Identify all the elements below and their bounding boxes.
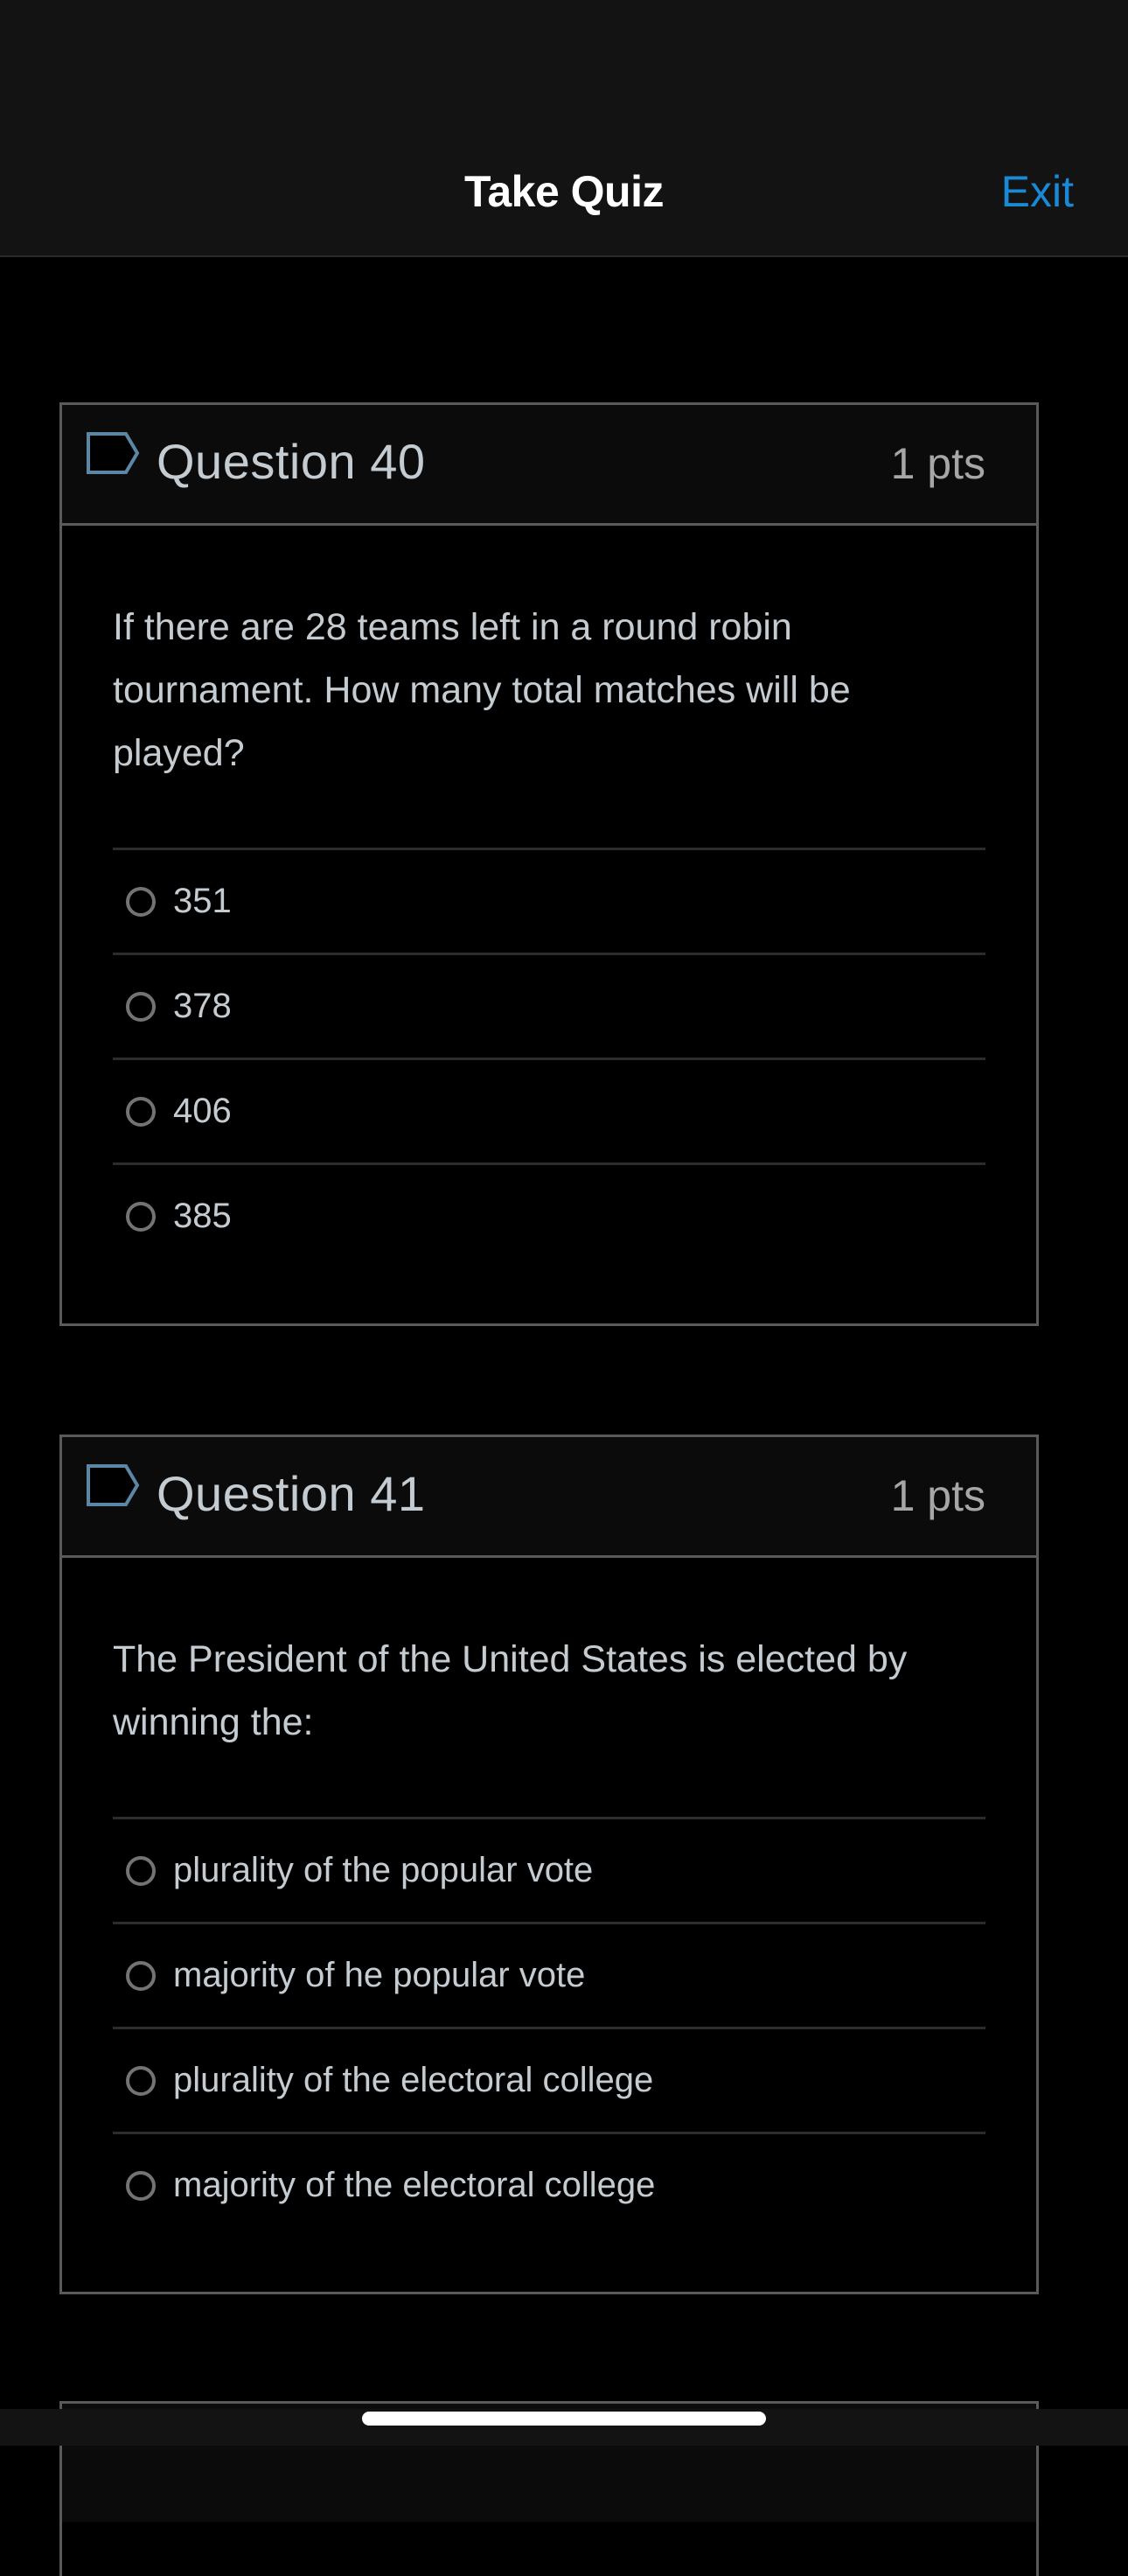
answer-option[interactable]: majority of he popular vote — [113, 1924, 985, 2029]
question-title: Question 41 — [157, 1466, 426, 1521]
question-text: The President of the United States is el… — [113, 1638, 908, 1743]
answer-label: plurality of the electoral college — [173, 2061, 654, 2099]
radio-button[interactable] — [126, 886, 156, 917]
question-header: Question 41 1 pts — [62, 1437, 1036, 1558]
question-card: Question 41 1 pts The President of the U… — [59, 1435, 1039, 2294]
answer-list: 351 378 406 385 — [113, 848, 985, 1267]
answer-label: 351 — [173, 882, 232, 920]
answer-list: plurality of the popular vote majority o… — [113, 1817, 985, 2237]
radio-button[interactable] — [126, 1960, 156, 1991]
answer-label: majority of the electoral college — [173, 2166, 656, 2204]
home-indicator-area — [0, 2409, 1128, 2446]
question-points: 1 pts — [890, 1471, 985, 1520]
navigation-bar: Take Quiz Exit — [0, 0, 1128, 257]
answer-option[interactable]: 378 — [113, 955, 985, 1060]
answer-label: majority of he popular vote — [173, 1956, 586, 1994]
page-title: Take Quiz — [464, 167, 664, 216]
question-points: 1 pts — [890, 439, 985, 488]
answer-label: plurality of the popular vote — [173, 1851, 594, 1889]
exit-button[interactable]: Exit — [1001, 166, 1074, 217]
question-header: Question 40 1 pts — [62, 405, 1036, 526]
radio-button[interactable] — [126, 991, 156, 1022]
answer-option[interactable]: plurality of the electoral college — [113, 2029, 985, 2134]
radio-button[interactable] — [126, 1855, 156, 1886]
answer-label: 406 — [173, 1092, 232, 1130]
radio-button[interactable] — [126, 1201, 156, 1232]
answer-label: 378 — [173, 987, 232, 1025]
radio-button[interactable] — [126, 2065, 156, 2096]
answer-label: 385 — [173, 1197, 232, 1235]
answer-option[interactable]: 385 — [113, 1165, 985, 1267]
flag-question-icon[interactable] — [86, 431, 140, 475]
flag-question-icon[interactable] — [86, 1463, 140, 1507]
radio-button[interactable] — [126, 2170, 156, 2201]
answer-option[interactable]: 406 — [113, 1060, 985, 1165]
question-text: If there are 28 teams left in a round ro… — [113, 606, 851, 774]
radio-button[interactable] — [126, 1096, 156, 1127]
answer-option[interactable]: 351 — [113, 850, 985, 955]
answer-option[interactable]: majority of the electoral college — [113, 2134, 985, 2237]
question-card: Question 40 1 pts If there are 28 teams … — [59, 402, 1039, 1326]
answer-option[interactable]: plurality of the popular vote — [113, 1819, 985, 1924]
home-indicator[interactable] — [362, 2412, 766, 2426]
question-title: Question 40 — [157, 434, 426, 489]
